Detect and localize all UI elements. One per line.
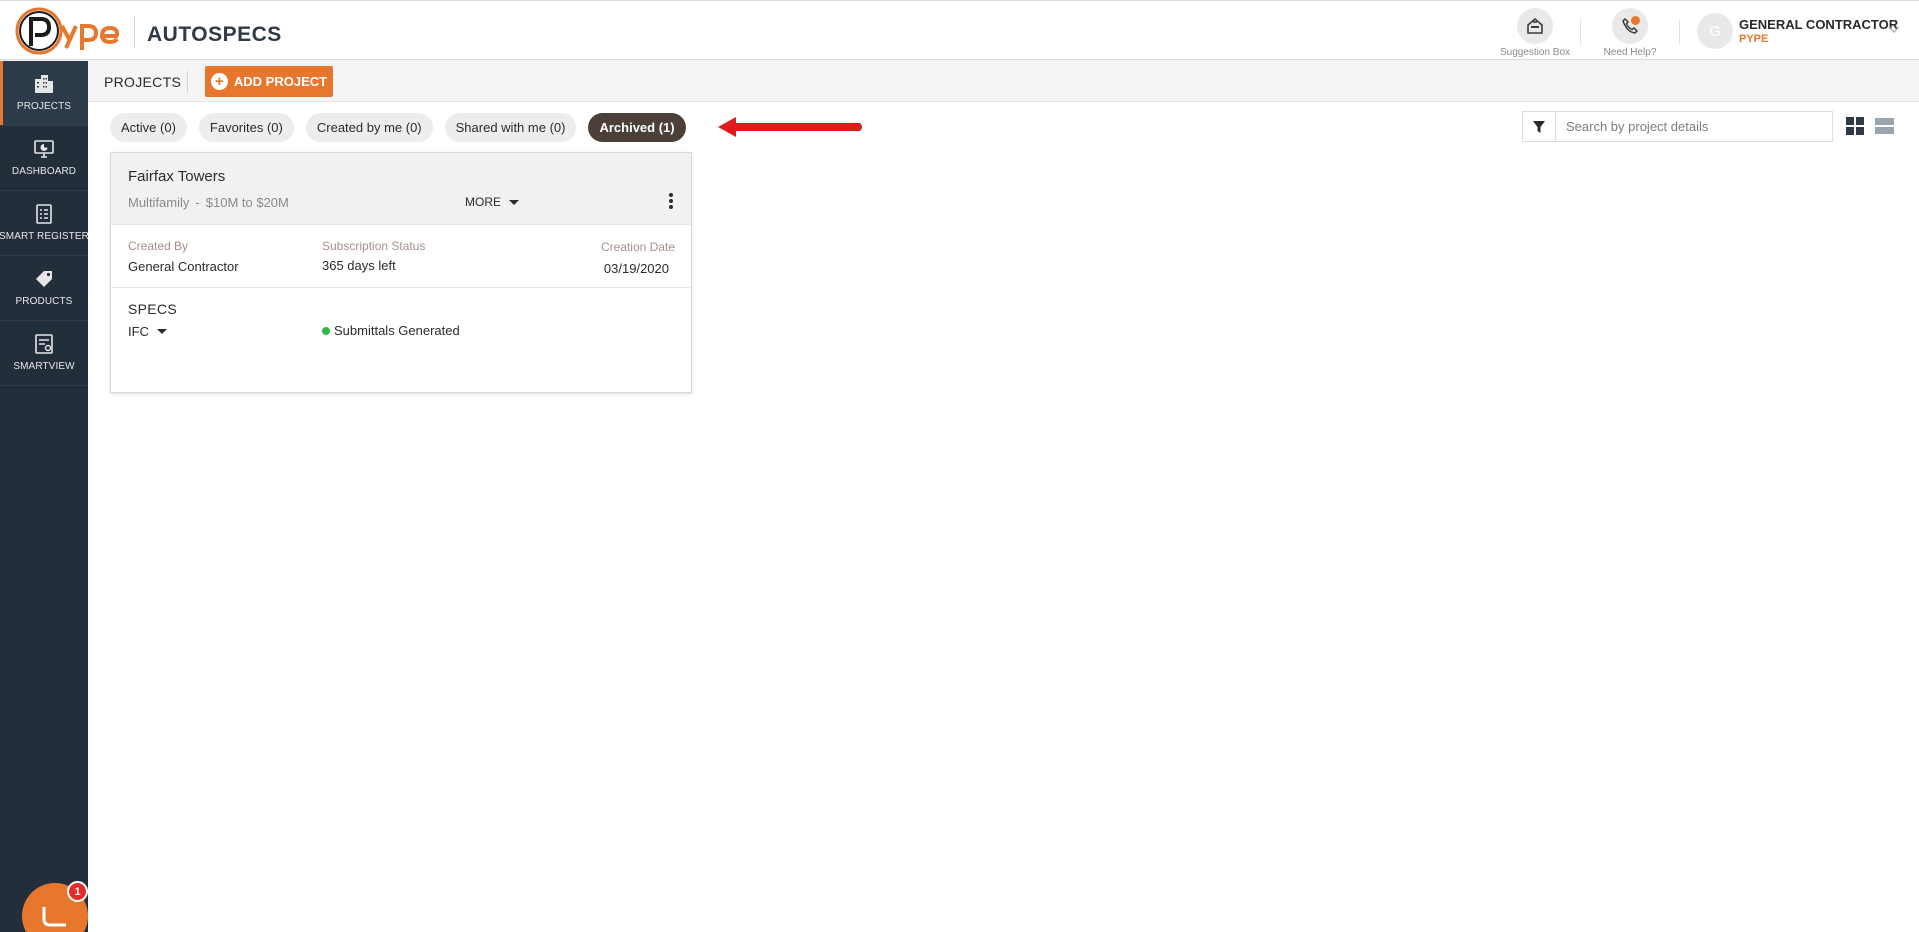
monitor-chart-icon [34, 140, 54, 158]
subheader-divider [187, 71, 188, 93]
subheader: PROJECTS + ADD PROJECT [88, 61, 1919, 102]
specs-title: SPECS [128, 301, 177, 317]
search-input[interactable] [1556, 112, 1832, 141]
page-title: PROJECTS [104, 74, 182, 90]
add-project-button[interactable]: + ADD PROJECT [205, 66, 333, 97]
tag-icon [36, 271, 52, 287]
top-header: AUTOSPECS Suggestion Box Need Help? G GE… [0, 0, 1919, 60]
project-filter-tabs: Active (0) Favorites (0) Created by me (… [110, 113, 686, 142]
sidebar-item-smart-register[interactable]: SMART REGISTER [0, 191, 89, 256]
user-name[interactable]: GENERAL CONTRACTOR [1739, 17, 1898, 32]
plus-icon: + [210, 73, 228, 90]
buildings-icon [35, 75, 53, 93]
specs-type-dropdown[interactable]: IFC [128, 324, 167, 339]
sidebar-item-smartview[interactable]: SMARTVIEW [0, 321, 88, 386]
avatar[interactable]: G [1697, 13, 1733, 49]
tab-archived[interactable]: Archived (1) [588, 113, 686, 142]
created-by-label: Created By [128, 239, 189, 253]
phone-help-icon [1612, 8, 1648, 44]
smartview-icon [35, 334, 53, 354]
user-org: PYPE [1739, 33, 1769, 45]
list-view-toggle[interactable] [1875, 117, 1894, 141]
search-bar [1522, 111, 1833, 142]
tab-favorites[interactable]: Favorites (0) [198, 113, 294, 142]
app-name: AUTOSPECS [147, 23, 282, 46]
list-view-icon [1875, 118, 1894, 134]
need-help-button[interactable]: Need Help? [1585, 8, 1675, 58]
sidebar-item-projects[interactable]: PROJECTS [0, 61, 88, 126]
project-card-header: Fairfax Towers Multifamily - $10M to $20M … [111, 153, 691, 225]
creation-date-label: Creation Date [600, 240, 675, 254]
project-meta: Multifamily - $10M to $20M [128, 195, 289, 210]
suggestion-box-icon [1517, 8, 1553, 44]
grid-view-toggle[interactable] [1846, 117, 1865, 141]
project-budget: $10M to $20M [205, 195, 289, 210]
kebab-menu-icon[interactable] [665, 191, 677, 211]
specs-status: Submittals Generated [322, 323, 460, 338]
sidebar-item-dashboard[interactable]: DASHBOARD [0, 126, 88, 191]
chat-badge: 1 [67, 881, 88, 902]
subscription-label: Subscription Status [322, 239, 426, 253]
project-card[interactable]: Fairfax Towers Multifamily - $10M to $20M … [110, 152, 692, 393]
filter-button[interactable] [1523, 112, 1556, 141]
tab-active[interactable]: Active (0) [110, 113, 187, 142]
subscription-value: 365 days left [322, 258, 396, 273]
sidebar-item-products[interactable]: PRODUCTS [0, 256, 88, 321]
pype-logo[interactable] [14, 6, 126, 56]
header-separator [1679, 19, 1680, 45]
tab-shared-with-me[interactable]: Shared with me (0) [444, 113, 577, 142]
caret-down-icon [509, 199, 519, 205]
tab-created-by-me[interactable]: Created by me (0) [305, 113, 433, 142]
project-type: Multifamily [128, 195, 190, 210]
created-by-value: General Contractor [128, 259, 239, 274]
project-card-specs: SPECS IFC Submittals Generated [111, 288, 691, 392]
suggestion-box-button[interactable]: Suggestion Box [1490, 8, 1580, 58]
caret-down-icon [156, 329, 167, 334]
header-separator [1580, 19, 1581, 45]
annotation-arrow-icon [718, 117, 862, 137]
logo-divider [134, 16, 135, 48]
creation-date-value: 03/19/2020 [603, 261, 669, 276]
project-name[interactable]: Fairfax Towers [128, 168, 225, 185]
status-dot-icon [322, 326, 330, 335]
grid-view-icon [1846, 117, 1864, 135]
chevron-down-icon[interactable] [1888, 21, 1900, 39]
project-card-info: Created By General Contractor Subscripti… [111, 225, 691, 288]
help-badge-icon [1631, 16, 1640, 25]
more-dropdown[interactable]: MORE [465, 195, 519, 209]
register-list-icon [36, 204, 52, 224]
sidebar: PROJECTS DASHBOARD SMART REGISTER PRODUC… [0, 61, 89, 932]
filter-funnel-icon [1533, 120, 1545, 133]
